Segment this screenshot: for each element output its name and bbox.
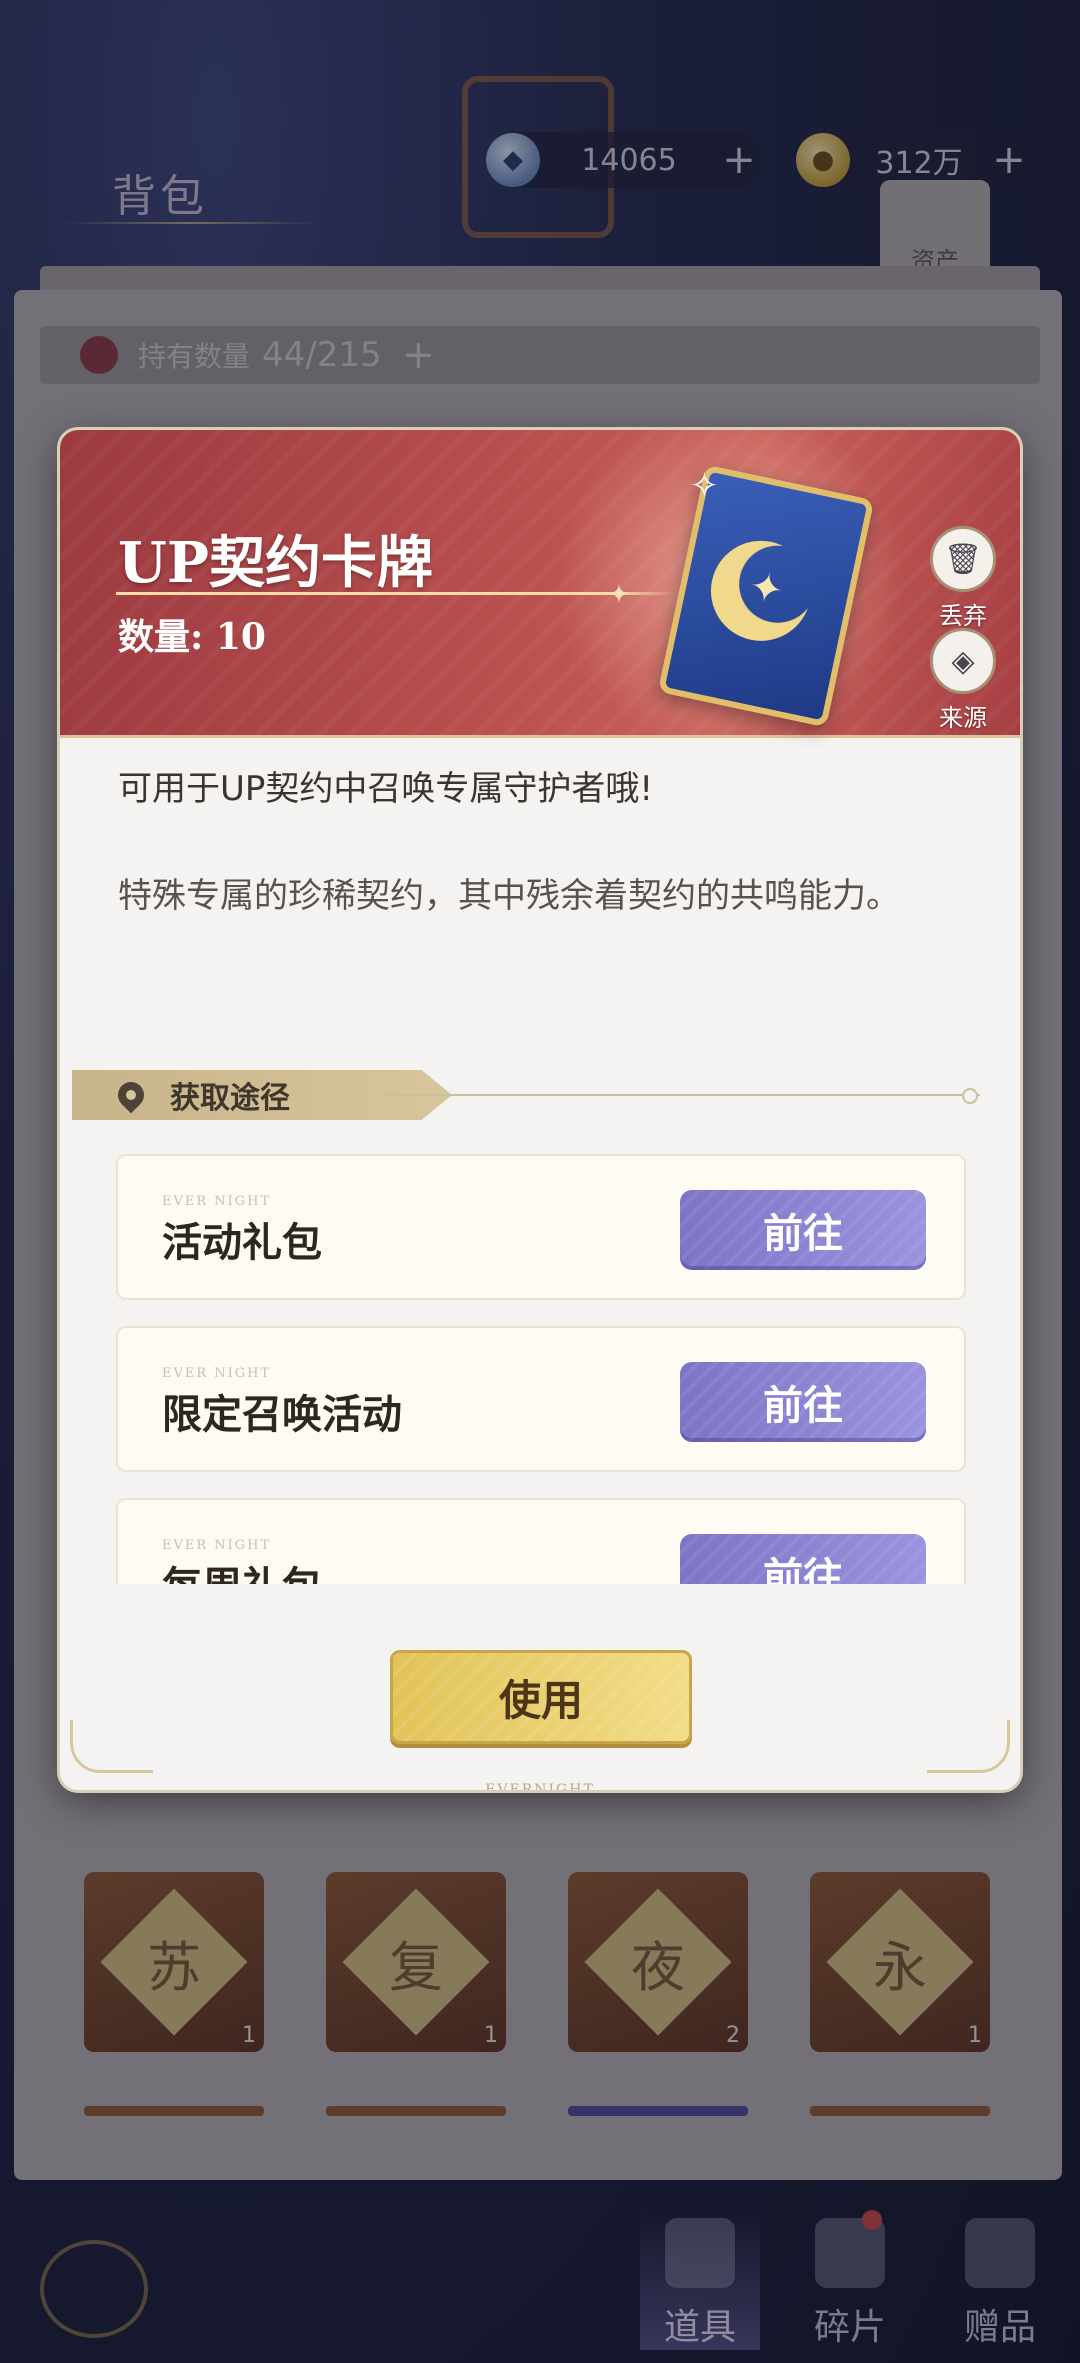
list-item: EVER NIGHT 限定召唤活动 前往 [116, 1326, 966, 1472]
discard-button[interactable]: 🗑 丢弃 [928, 526, 998, 631]
diamond-pin-icon: ◈ [930, 628, 996, 694]
title-underline [116, 592, 676, 595]
use-button[interactable]: 使用 [390, 1650, 692, 1744]
corner-ornament [927, 1720, 1010, 1773]
goto-button[interactable]: 前往 [680, 1362, 926, 1442]
watermark: EVER NIGHT [162, 1538, 272, 1553]
watermark: EVER NIGHT [162, 1194, 272, 1209]
location-pin-icon [112, 1076, 150, 1114]
item-usage-text: 可用于UP契约中召唤专属守护者哦! [118, 769, 654, 809]
sparkle-icon: ✧ [690, 466, 719, 506]
item-flavor-text: 特殊专属的珍稀契约，其中残余着契约的共鸣能力。 [118, 876, 900, 916]
list-item: EVER NIGHT 活动礼包 前往 [116, 1154, 966, 1300]
watermark: EVER NIGHT [162, 1366, 272, 1381]
goto-button[interactable]: 前往 [680, 1190, 926, 1270]
discard-label: 丢弃 [939, 602, 987, 630]
sparkle-icon: ✦ [608, 580, 630, 610]
source-name: 每周礼包 [162, 1554, 322, 1584]
item-quantity: 数量: 10 [118, 616, 266, 658]
corner-ornament [70, 1720, 153, 1773]
obtain-title: 获取途径 [170, 1081, 290, 1116]
source-name: 限定召唤活动 [162, 1391, 402, 1438]
section-divider [380, 1094, 980, 1096]
trash-icon: 🗑 [930, 526, 996, 592]
footer-watermark: EVERNIGHT [485, 1782, 595, 1790]
source-button[interactable]: ◈ 来源 [928, 628, 998, 733]
source-label: 来源 [939, 704, 987, 732]
source-name: 活动礼包 [162, 1219, 322, 1266]
list-item: EVER NIGHT 每周礼包 前往 [116, 1498, 966, 1584]
obtain-source-list[interactable]: EVER NIGHT 活动礼包 前往 EVER NIGHT 限定召唤活动 前往 … [116, 1154, 976, 1584]
item-detail-modal: UP契约卡牌 ✦ 数量: 10 ✦ ✧ 🗑 丢弃 ◈ 来源 可用于UP契约中召唤… [60, 430, 1020, 1790]
item-name: UP契约卡牌 [118, 530, 433, 596]
goto-button[interactable]: 前往 [680, 1534, 926, 1584]
modal-header: UP契约卡牌 ✦ 数量: 10 ✦ ✧ 🗑 丢弃 ◈ 来源 [60, 430, 1020, 770]
